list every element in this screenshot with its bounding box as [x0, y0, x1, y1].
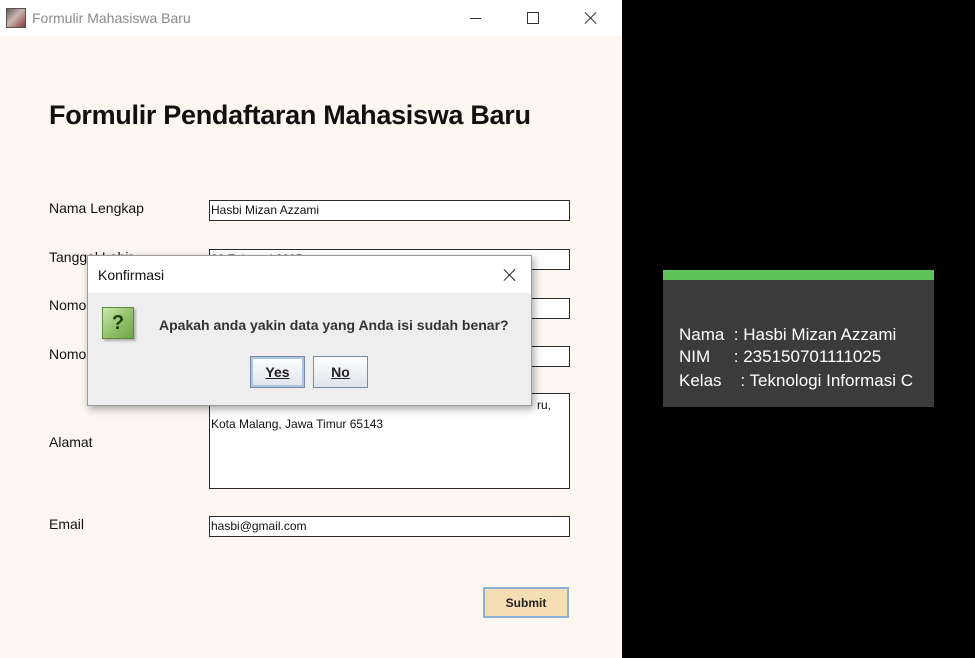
nomor1-label: Nomo	[49, 297, 87, 313]
java-app-icon	[6, 8, 26, 28]
dialog-title: Konfirmasi	[98, 267, 165, 283]
yes-button-label: Yes	[265, 364, 290, 380]
nama-label: Nama Lengkap	[49, 200, 144, 216]
form-title: Formulir Pendaftaran Mahasiswa Baru	[49, 100, 531, 130]
dialog-title-bar[interactable]: Konfirmasi	[88, 256, 531, 293]
info-nim: NIM : 235150701111025	[679, 347, 882, 366]
question-icon: ?	[102, 307, 134, 339]
nama-input[interactable]: Hasbi Mizan Azzami	[209, 200, 570, 221]
no-button[interactable]: No	[313, 356, 368, 388]
info-nama: Nama : Hasbi Mizan Azzami	[679, 325, 897, 344]
window-title: Formulir Mahasiswa Baru	[32, 10, 191, 26]
submit-button[interactable]: Submit	[483, 587, 569, 618]
close-icon	[503, 268, 517, 282]
dialog-close-button[interactable]	[494, 260, 526, 289]
email-input[interactable]: hasbi@gmail.com	[209, 516, 570, 537]
student-info-panel: Nama : Hasbi Mizan Azzami NIM : 23515070…	[663, 270, 934, 407]
minimize-icon	[469, 17, 481, 19]
alamat-label: Alamat	[49, 434, 93, 450]
info-accent-bar	[663, 270, 934, 280]
maximize-icon	[527, 12, 539, 24]
confirmation-dialog: Konfirmasi ? Apakah anda yakin data yang…	[87, 255, 532, 406]
alamat-line-2: Kota Malang, Jawa Timur 65143	[211, 417, 384, 431]
yes-button[interactable]: Yes	[250, 356, 305, 388]
minimize-button[interactable]	[452, 0, 498, 36]
info-kelas: Kelas : Teknologi Informasi C	[679, 371, 914, 390]
close-button[interactable]	[568, 0, 614, 36]
nomor2-label: Nomo	[49, 346, 87, 362]
no-button-label: No	[331, 364, 350, 380]
main-window: Formulir Mahasiswa Baru Formulir Pendaft…	[0, 0, 622, 658]
alamat-textarea[interactable]: ru, Kota Malang, Jawa Timur 65143	[209, 393, 570, 489]
title-bar[interactable]: Formulir Mahasiswa Baru	[0, 0, 622, 36]
close-icon	[584, 11, 598, 25]
dialog-message: Apakah anda yakin data yang Anda isi sud…	[159, 317, 509, 333]
maximize-button[interactable]	[510, 0, 556, 36]
email-label: Email	[49, 516, 85, 532]
